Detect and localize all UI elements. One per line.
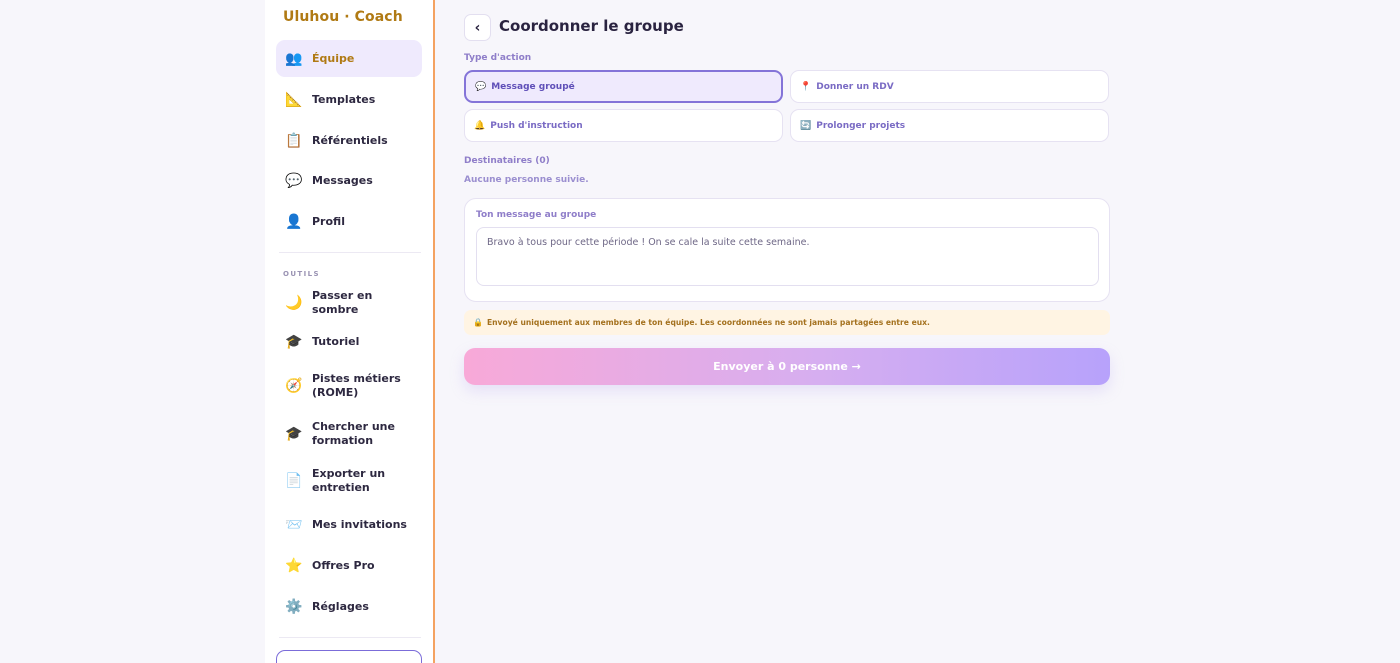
send-button[interactable]: Envoyer à 0 personne → xyxy=(464,348,1110,385)
divider xyxy=(279,637,421,638)
message-textarea[interactable]: Bravo à tous pour cette période ! On se … xyxy=(476,227,1099,286)
sidebar-bottom-button[interactable] xyxy=(276,650,422,663)
action-push-instruction[interactable]: 🔔 Push d'instruction xyxy=(464,109,783,142)
page-title: Coordonner le groupe xyxy=(499,17,684,35)
sidebar-item-profil[interactable]: 👤 Profil xyxy=(276,203,422,240)
notice-text: Envoyé uniquement aux membres de ton équ… xyxy=(486,318,930,327)
gear-icon: ⚙️ xyxy=(285,598,303,615)
sidebar-item-reglages[interactable]: ⚙️ Réglages xyxy=(276,588,422,625)
recipients-label: Destinataires (0) xyxy=(464,156,550,166)
brand-title: Uluhou · Coach xyxy=(283,9,403,25)
sidebar-item-referentiels[interactable]: 📋 Référentiels xyxy=(276,122,422,159)
main-content: ‹ Coordonner le groupe Type d'action 💬 M… xyxy=(464,0,1110,663)
action-message-groupe[interactable]: 💬 Message groupé xyxy=(464,70,783,103)
sidebar-item-label: Pistes métiers (ROME) xyxy=(312,372,401,399)
sidebar-item-pistes-metiers[interactable]: 🧭 Pistes métiers (ROME) xyxy=(276,366,422,406)
sidebar-item-label: Réglages xyxy=(312,599,369,613)
sidebar: Uluhou · Coach 👥 Équipe 📐 Templates 📋 Ré… xyxy=(265,0,435,663)
sidebar-item-templates[interactable]: 📐 Templates xyxy=(276,81,422,118)
action-prolonger-projets[interactable]: 🔄 Prolonger projets xyxy=(790,109,1109,142)
pin-icon: 📍 xyxy=(800,81,812,92)
app: Uluhou · Coach 👥 Équipe 📐 Templates 📋 Ré… xyxy=(0,0,1400,663)
sidebar-item-exporter-entretien[interactable]: 📄 Exporter un entretien xyxy=(276,461,422,501)
sidebar-item-label: Référentiels xyxy=(312,133,388,147)
sidebar-item-offres-pro[interactable]: ⭐ Offres Pro xyxy=(276,547,422,584)
clipboard-icon: 📋 xyxy=(285,132,303,149)
sidebar-item-tutoriel[interactable]: 🎓 Tutoriel xyxy=(276,323,422,360)
envelope-icon: 📨 xyxy=(285,516,303,533)
sidebar-item-label: Offres Pro xyxy=(312,558,375,572)
action-label: Prolonger projets xyxy=(816,120,906,131)
graduation-cap-icon: 🎓 xyxy=(285,333,303,350)
sidebar-item-dark-mode[interactable]: 🌙 Passer en sombre xyxy=(276,284,422,321)
lock-icon: 🔒 xyxy=(473,318,483,327)
speech-bubble-icon: 💬 xyxy=(475,81,487,92)
action-type-label: Type d'action xyxy=(464,53,532,63)
sidebar-item-label: Mes invitations xyxy=(312,517,407,531)
sidebar-item-label: Templates xyxy=(312,92,376,106)
action-label: Push d'instruction xyxy=(490,120,583,131)
speech-bubble-icon: 💬 xyxy=(285,172,303,189)
sidebar-item-label: Exporter un entretien xyxy=(312,467,386,494)
sidebar-item-messages[interactable]: 💬 Messages xyxy=(276,162,422,199)
no-recipients-text: Aucune personne suivie. xyxy=(464,175,589,185)
ruler-icon: 📐 xyxy=(285,91,303,108)
message-label: Ton message au groupe xyxy=(476,210,597,220)
moon-icon: 🌙 xyxy=(285,294,303,311)
refresh-icon: 🔄 xyxy=(800,120,812,131)
sidebar-item-mes-invitations[interactable]: 📨 Mes invitations xyxy=(276,506,422,543)
star-icon: ⭐ xyxy=(285,557,303,574)
section-label-outils: OUTILS xyxy=(283,270,320,278)
privacy-notice: 🔒 Envoyé uniquement aux membres de ton é… xyxy=(464,310,1110,335)
sidebar-item-label: Profil xyxy=(312,214,345,228)
action-donner-rdv[interactable]: 📍 Donner un RDV xyxy=(790,70,1109,103)
divider xyxy=(279,252,421,253)
sidebar-item-label: Messages xyxy=(312,173,373,187)
bell-icon: 🔔 xyxy=(474,120,486,131)
compass-icon: 🧭 xyxy=(285,378,303,394)
back-button[interactable]: ‹ xyxy=(464,14,491,41)
graduation-cap-icon: 🎓 xyxy=(285,426,303,442)
document-icon: 📄 xyxy=(285,473,303,489)
sidebar-item-label: Passer en sombre xyxy=(312,288,373,316)
action-label: Donner un RDV xyxy=(816,81,894,92)
sidebar-item-label: Tutoriel xyxy=(312,334,360,348)
user-icon: 👤 xyxy=(285,213,303,230)
message-card: Ton message au groupe Bravo à tous pour … xyxy=(464,198,1110,302)
sidebar-item-equipe[interactable]: 👥 Équipe xyxy=(276,40,422,77)
sidebar-item-label: Chercher une formation xyxy=(312,420,395,447)
action-label: Message groupé xyxy=(491,81,575,92)
team-icon: 👥 xyxy=(285,50,303,67)
sidebar-item-label: Équipe xyxy=(312,51,355,65)
sidebar-item-chercher-formation[interactable]: 🎓 Chercher une formation xyxy=(276,414,422,454)
